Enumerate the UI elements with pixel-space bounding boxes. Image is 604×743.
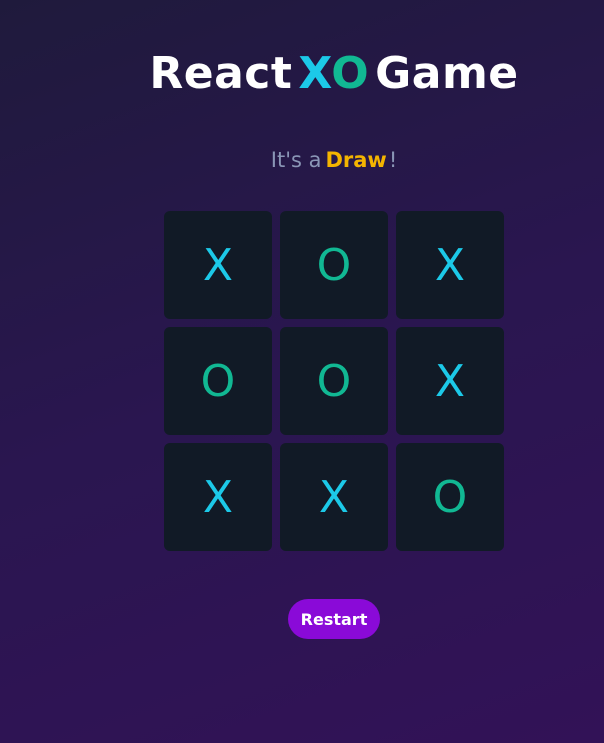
status-suffix: ! [388, 148, 398, 172]
board-cell-6[interactable]: X [396, 327, 504, 435]
restart-button[interactable]: Restart [288, 599, 380, 639]
board-cell-8[interactable]: X [280, 443, 388, 551]
page-title: React XO Game [0, 48, 604, 99]
game-board: X O X O O X X X O [164, 211, 504, 551]
board-cell-2[interactable]: O [280, 211, 388, 319]
board-cell-4[interactable]: O [164, 327, 272, 435]
logo-x: X [298, 48, 332, 99]
logo-o: O [331, 48, 370, 99]
board-cell-5[interactable]: O [280, 327, 388, 435]
xo-logo: XO [298, 48, 369, 99]
status-result: Draw [325, 148, 387, 172]
board-cell-1[interactable]: X [164, 211, 272, 319]
status-prefix: It's a [270, 148, 322, 172]
title-prefix: React [149, 48, 293, 99]
board-cell-7[interactable]: X [164, 443, 272, 551]
title-suffix: Game [375, 48, 519, 99]
board-cell-9[interactable]: O [396, 443, 504, 551]
game-status: It's a Draw! [0, 148, 604, 172]
board-cell-3[interactable]: X [396, 211, 504, 319]
